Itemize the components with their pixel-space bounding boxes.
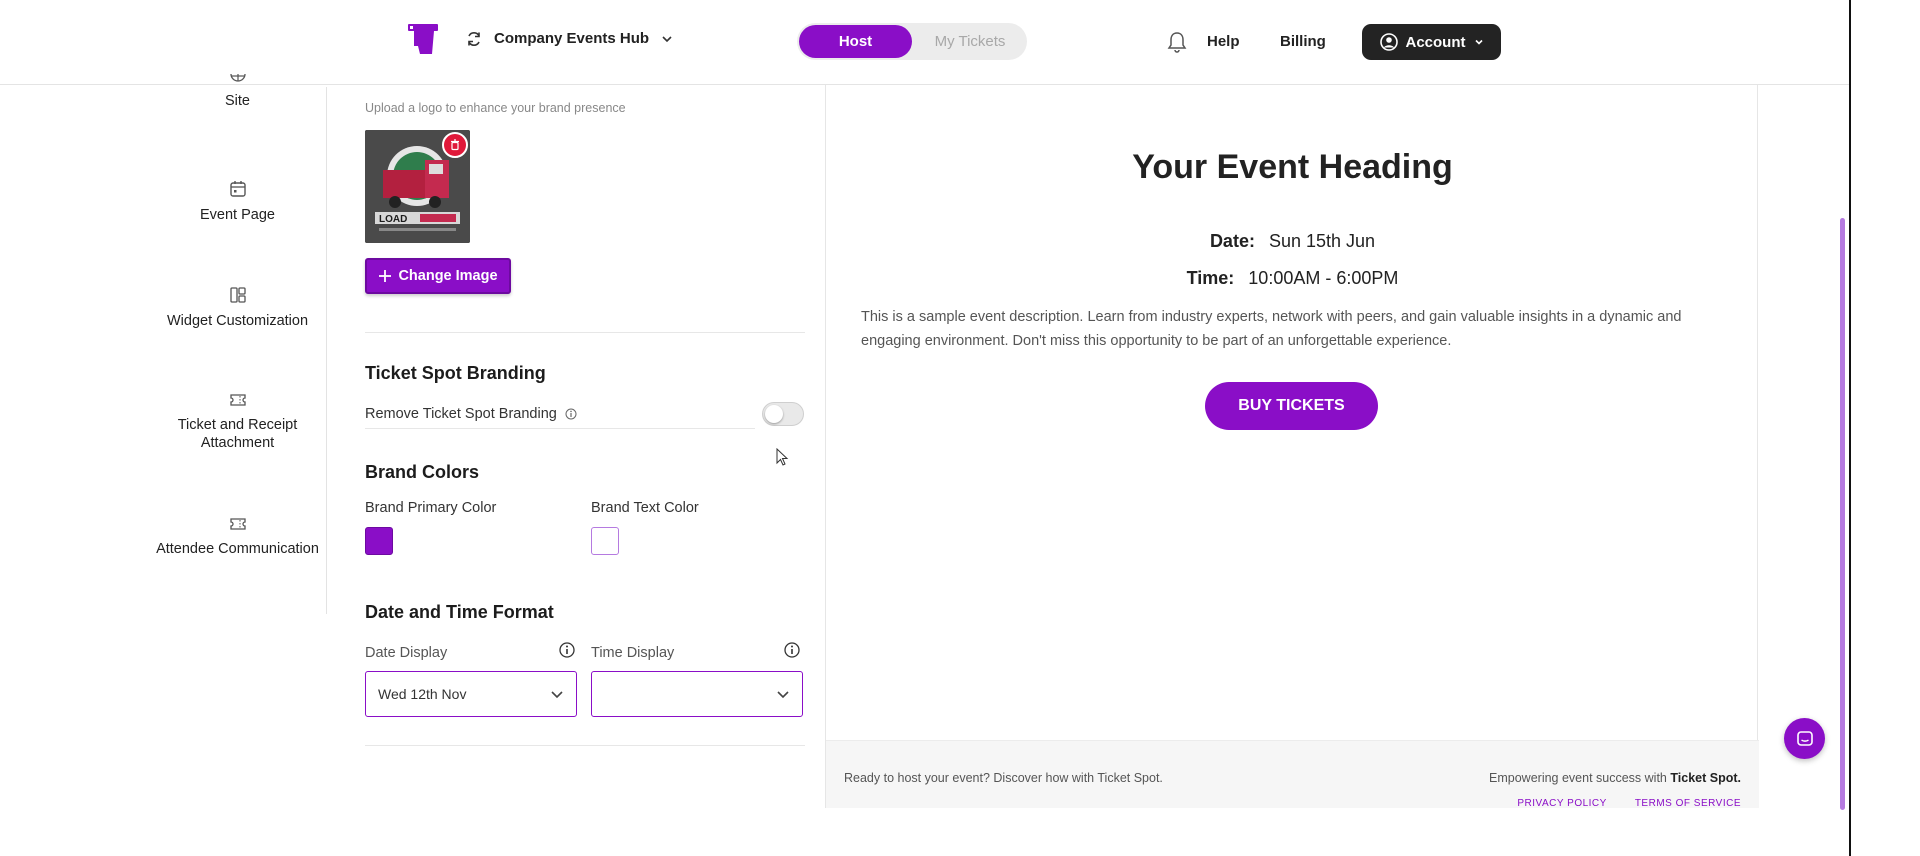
date-display-select[interactable]: Wed 12th Nov	[365, 671, 577, 717]
date-time-format-title: Date and Time Format	[365, 602, 554, 622]
toggle-knob	[765, 405, 783, 423]
window-edge	[1849, 0, 1851, 856]
info-icon[interactable]	[565, 408, 577, 420]
date-display-label: Date Display	[365, 645, 448, 661]
sidebar-item-event-page[interactable]: Event Page	[150, 180, 325, 224]
change-image-label: Change Image	[398, 268, 498, 284]
remove-branding-toggle[interactable]	[762, 402, 804, 426]
brand-primary-color-swatch[interactable]	[365, 527, 393, 555]
sidebar-item-label: Site	[225, 93, 250, 109]
preview-date-value: Sun 15th Jun	[1268, 231, 1376, 251]
ticket-spot-branding-title: Ticket Spot Branding	[365, 363, 546, 383]
sidebar-divider	[326, 87, 327, 614]
account-label: Account	[1405, 33, 1466, 51]
footer-brand: Ticket Spot.	[1670, 771, 1741, 785]
chat-icon	[1796, 730, 1813, 746]
preview-date-row: Date: Sun 15th Jun	[826, 231, 1759, 252]
account-button[interactable]: Account	[1362, 24, 1501, 60]
buy-tickets-button[interactable]: BUY TICKETS	[1205, 382, 1378, 430]
brand-colors-title: Brand Colors	[365, 462, 480, 482]
chevron-down-icon	[1474, 39, 1483, 45]
terms-of-service-link[interactable]: TERMS OF SERVICE	[1635, 798, 1741, 809]
preview-time-row: Time: 10:00AM - 6:00PM	[826, 268, 1759, 289]
info-icon[interactable]	[559, 642, 575, 658]
preview-event-heading: Your Event Heading	[1132, 148, 1453, 186]
preview-time-value: 10:00AM - 6:00PM	[1248, 268, 1399, 288]
preview-event-description: This is a sample event description. Lear…	[861, 309, 1682, 349]
sidebar-item-attendee-communication[interactable]: Attendee Communication	[150, 516, 325, 558]
footer-tagline-prefix: Empowering event success with	[1489, 771, 1667, 785]
preview-time-label: Time:	[1186, 268, 1235, 288]
preview-scrollbar[interactable]	[1840, 218, 1845, 810]
layout-icon	[229, 287, 246, 303]
chevron-down-icon	[777, 691, 789, 699]
chevron-down-icon	[662, 35, 672, 42]
globe-icon	[229, 74, 246, 82]
chevron-down-icon	[551, 691, 563, 699]
org-name: Company Events Hub	[494, 30, 650, 47]
refresh-icon	[468, 31, 480, 46]
host-tickets-toggle: Host My Tickets	[797, 23, 1027, 60]
calendar-icon	[229, 181, 246, 197]
billing-link[interactable]: Billing	[1280, 33, 1326, 50]
info-icon[interactable]	[784, 642, 800, 658]
privacy-policy-link[interactable]: PRIVACY POLICY	[1517, 798, 1606, 809]
date-display-value: Wed 12th Nov	[378, 686, 467, 702]
brand-text-color-label: Brand Text Color	[591, 500, 699, 516]
org-switcher[interactable]: Company Events Hub	[466, 30, 673, 47]
bell-icon[interactable]	[1167, 31, 1187, 53]
sidebar-item-ticket-receipt-attachment[interactable]: Ticket and Receipt Attachment	[150, 392, 325, 452]
event-page-preview: Your Event Heading Date: Sun 15th Jun Tim…	[825, 85, 1759, 809]
sidebar-item-label: Widget Customization	[166, 313, 309, 329]
user-circle-icon	[1379, 33, 1398, 51]
ticket-spot-logo[interactable]	[405, 20, 443, 56]
chat-support-button[interactable]	[1784, 718, 1825, 759]
plus-icon	[379, 270, 392, 282]
brand-primary-color-label: Brand Primary Color	[365, 500, 497, 516]
delete-logo-button[interactable]	[442, 132, 468, 158]
logo-hint: Upload a logo to enhance your brand pres…	[365, 101, 626, 115]
footer-host-cta[interactable]: Ready to host your event? Discover how w…	[844, 771, 1163, 785]
change-image-button[interactable]: Change Image	[365, 258, 511, 294]
sidebar-item-label: Event Page	[200, 207, 275, 223]
time-display-label: Time Display	[591, 645, 675, 661]
preview-date-label: Date:	[1209, 231, 1255, 251]
row-divider	[365, 428, 755, 429]
mouse-cursor-icon	[776, 448, 789, 466]
help-link[interactable]: Help	[1207, 33, 1240, 50]
brand-text-color-swatch[interactable]	[591, 527, 619, 555]
section-divider	[365, 332, 805, 333]
remove-branding-label: Remove Ticket Spot Branding	[365, 406, 557, 422]
ticket-icon	[229, 394, 246, 406]
tab-my-tickets[interactable]: My Tickets	[915, 25, 1025, 58]
tab-host[interactable]: Host	[799, 25, 912, 58]
trash-icon	[451, 139, 459, 151]
sidebar-item-label: Ticket and Receipt Attachment	[177, 417, 298, 451]
logo-thumb-text: LOAD	[379, 214, 407, 225]
section-divider	[365, 745, 805, 746]
sidebar-item-widget-customization[interactable]: Widget Customization	[150, 286, 325, 330]
sidebar-item-label: Attendee Communication	[156, 541, 319, 557]
footer-tagline: Empowering event success with Ticket Spo…	[1489, 771, 1741, 785]
sidebar-item-site[interactable]: Site	[150, 74, 325, 110]
time-display-select[interactable]	[591, 671, 803, 717]
preview-footer: Ready to host your event? Discover how w…	[826, 740, 1759, 809]
ticket-icon	[229, 518, 246, 530]
app-page: Company Events Hub Host My Tickets Help …	[0, 0, 1920, 856]
footer-links: PRIVACY POLICY TERMS OF SERVICE	[1517, 798, 1741, 809]
top-bar: Company Events Hub Host My Tickets Help …	[0, 0, 1850, 85]
